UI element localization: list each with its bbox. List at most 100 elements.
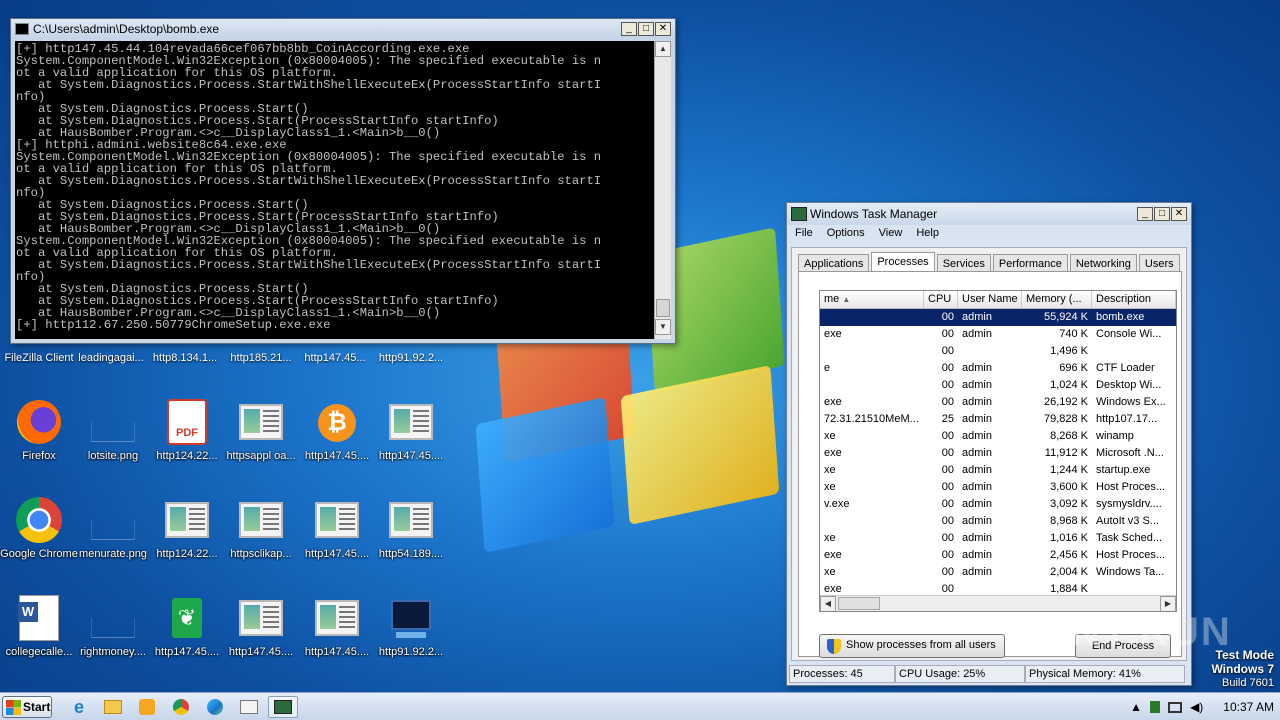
menu-options[interactable]: Options [827,227,865,239]
window-taskbar-icon[interactable] [234,696,264,718]
description-cell: sysmysldrv.... [1096,498,1162,510]
memory-cell: 696 K [1059,362,1088,374]
console-scrollbar[interactable]: ▲ ▼ [654,41,671,339]
tab-networking[interactable]: Networking [1069,254,1137,272]
window-thumb-icon [237,398,285,446]
description-cell: Microsoft .N... [1096,447,1164,459]
user-name-cell: admin [962,515,992,527]
tab-processes[interactable]: Processes [871,252,935,273]
clock[interactable]: 10:37 AM [1223,700,1274,714]
tab-applications[interactable]: Applications [798,254,870,272]
column-cpu[interactable]: CPU [924,291,958,308]
desktop-icon[interactable]: http147.45.... [222,594,300,680]
desktop-icon[interactable]: Firefox [0,398,78,484]
desktop-icon[interactable]: menurate.png [74,496,152,582]
console-output[interactable]: [+] http147.45.44.104revada66cef067bb8bb… [15,41,656,339]
desktop-icon[interactable]: http91.92.2... [372,594,450,680]
process-row[interactable]: xe 00 admin 1,244 K startup.exe [820,462,1176,479]
media-player-taskbar-icon[interactable] [132,696,162,718]
process-row[interactable]: xe 00 admin 3,600 K Host Proces... [820,479,1176,496]
process-list[interactable]: me ▲ CPU User Name Memory (... Descripti… [819,290,1177,612]
maximize-button[interactable]: □ [638,22,654,36]
desktop-icon[interactable]: httpsclikap... [222,496,300,582]
scroll-up-icon[interactable]: ▲ [655,41,671,57]
desktop-icon[interactable]: http54.189.... [372,496,450,582]
tab-services[interactable]: Services [936,254,991,272]
explorer-taskbar-icon[interactable] [98,696,128,718]
desktop-icon[interactable]: http147.45.... [372,398,450,484]
desktop-icon[interactable]: http147.45.... [298,496,376,582]
desktop-icon-label[interactable]: http91.92.2... [372,352,450,364]
chrome-taskbar-icon[interactable] [166,696,196,718]
desktop-icon[interactable]: Google Chrome [0,496,78,582]
maximize-button[interactable]: □ [1154,207,1170,221]
desktop-icon-label[interactable]: http147.45... [296,352,374,364]
close-button[interactable]: ✕ [1171,207,1187,221]
windows-logo-icon [6,700,21,715]
desktop-icon[interactable]: rightmoney.... [74,594,152,680]
desktop-icon-label[interactable]: leadingagai... [72,352,150,364]
taskmgr-titlebar[interactable]: Windows Task Manager [787,203,1191,225]
desktop-icon[interactable]: lotsite.png [74,398,152,484]
process-list-hscrollbar[interactable]: ◀ ▶ [820,595,1176,611]
desktop-icon[interactable]: ❦ http147.45.... [148,594,226,680]
desktop-icon[interactable]: http124.22... [148,496,226,582]
minimize-button[interactable]: _ [621,22,637,36]
start-button[interactable]: Start [2,696,52,718]
close-button[interactable]: ✕ [655,22,671,36]
tab-performance[interactable]: Performance [992,254,1068,272]
wallpaper-flag-blue [475,397,615,553]
tray-volume-icon[interactable]: ◀) [1190,700,1203,714]
show-all-processes-button[interactable]: Show processes from all users [819,634,1005,658]
process-row[interactable]: xe 00 admin 2,004 K Windows Ta... [820,564,1176,581]
ie-taskbar-icon[interactable]: e [64,696,94,718]
user-name-cell [958,343,1022,360]
desktop-icon[interactable]: http147.45.... [298,594,376,680]
column-description[interactable]: Description [1092,291,1176,308]
process-row[interactable]: 00 admin 8,968 K AutoIt v3 S... [820,513,1176,530]
desktop-icon-label[interactable]: FileZilla Client [0,352,78,364]
column-user-name[interactable]: User Name [958,291,1022,308]
menu-view[interactable]: View [879,227,903,239]
desktop-icon-label: rightmoney.... [80,646,146,658]
hscroll-thumb[interactable] [838,597,880,610]
process-row[interactable]: 00 admin 55,924 K bomb.exe [820,309,1176,326]
process-row[interactable]: e 00 admin 696 K CTF Loader [820,360,1176,377]
console-window[interactable]: C:\Users\admin\Desktop\bomb.exe _ □ ✕ [+… [10,18,676,344]
process-row[interactable]: exe 00 admin 11,912 K Microsoft .N... [820,445,1176,462]
task-manager-taskbar-icon[interactable] [268,696,298,718]
desktop-icon-label[interactable]: http185.21... [222,352,300,364]
process-row[interactable]: exe 00 admin 740 K Console Wi... [820,326,1176,343]
edge-taskbar-icon[interactable] [200,696,230,718]
tray-flag-icon[interactable] [1150,701,1161,713]
desktop-icon[interactable]: PDF http124.22... [148,398,226,484]
desktop-icon[interactable]: ₿ http147.45.... [298,398,376,484]
process-row[interactable]: 00 1,496 K [820,343,1176,360]
process-row[interactable]: 00 admin 1,024 K Desktop Wi... [820,377,1176,394]
column-image-name[interactable]: me ▲ [820,291,924,308]
tray-monitor-icon[interactable] [1168,701,1183,713]
process-row[interactable]: 72.31.21510MeM... 25 admin 79,828 K http107.… [820,411,1176,428]
menu-file[interactable]: File [795,227,813,239]
scroll-left-icon[interactable]: ◀ [820,596,836,611]
process-row[interactable]: v.exe 00 admin 3,092 K sysmysldrv.... [820,496,1176,513]
desktop-icon-label[interactable]: http8.134.1... [146,352,224,364]
tray-expand-icon[interactable]: ▲ [1130,700,1142,714]
minimize-button[interactable]: _ [1137,207,1153,221]
process-row[interactable]: xe 00 admin 1,016 K Task Sched... [820,530,1176,547]
scroll-down-icon[interactable]: ▼ [655,319,671,335]
desktop-icon-label: http147.45.... [154,646,220,658]
process-row[interactable]: xe 00 admin 8,268 K winamp [820,428,1176,445]
console-titlebar[interactable]: C:\Users\admin\Desktop\bomb.exe [11,19,675,39]
column-memory[interactable]: Memory (... [1022,291,1092,308]
window-thumb-icon [313,496,361,544]
tab-users[interactable]: Users [1138,254,1180,272]
scroll-thumb[interactable] [656,299,670,317]
desktop-icon[interactable]: Wcollegecalle... [0,594,78,680]
process-row[interactable]: exe 00 admin 2,456 K Host Proces... [820,547,1176,564]
process-row[interactable]: exe 00 admin 26,192 K Windows Ex... [820,394,1176,411]
menu-help[interactable]: Help [916,227,939,239]
cpu-cell: 00 [941,447,954,459]
desktop-icon[interactable]: httpsappl oa... [222,398,300,484]
test-mode-line3: Build 7601 [1222,677,1274,689]
